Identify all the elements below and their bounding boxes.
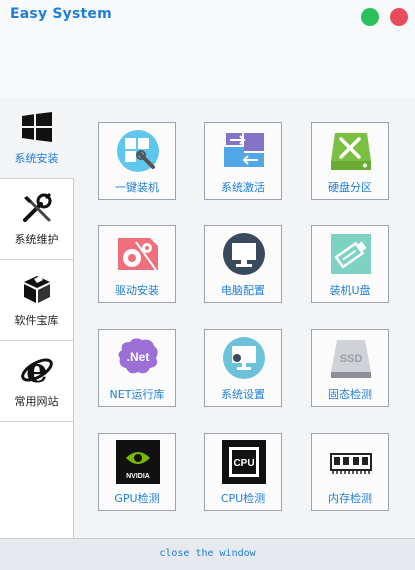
ssd-badge-text: SSD: [340, 353, 363, 365]
tile-label: 内存检测: [328, 492, 372, 505]
usb-install-icon: [329, 232, 373, 276]
tile-gpu-check[interactable]: NVIDIA GPU检测: [98, 433, 176, 511]
software-box-icon: [20, 272, 54, 306]
app-title: Easy System: [10, 6, 112, 22]
minimize-button[interactable]: [361, 8, 379, 26]
tile-label: GPU检测: [114, 492, 160, 505]
close-button[interactable]: [390, 8, 408, 26]
disk-partition-icon: [329, 129, 373, 173]
dotnet-runtime-icon: .Net: [116, 336, 160, 380]
tile-label: 硬盘分区: [328, 181, 372, 194]
tile-computer-config[interactable]: 电脑配置: [204, 225, 282, 303]
sidebar-item-label: 系统维护: [14, 233, 59, 246]
internet-explorer-icon: e: [20, 353, 54, 387]
gpu-check-icon: NVIDIA: [116, 440, 160, 484]
svg-text:e: e: [26, 353, 48, 387]
tile-system-activate[interactable]: 系统激活: [204, 122, 282, 200]
sidebar-item-label: 常用网站: [14, 395, 59, 408]
one-click-install-icon: [116, 129, 160, 173]
nvidia-badge-text: NVIDIA: [126, 473, 150, 480]
cpu-badge-text: CPU: [233, 458, 254, 469]
footer-bar: close the window: [0, 538, 415, 570]
tile-label: 驱动安装: [115, 284, 159, 297]
tile-label: 电脑配置: [221, 284, 265, 297]
tile-label: NET运行库: [109, 388, 165, 401]
sidebar-item-common-sites[interactable]: e 常用网站: [0, 341, 73, 422]
windows-logo-icon: [20, 110, 54, 144]
title-bar: Easy System: [0, 0, 415, 99]
tile-cpu-check[interactable]: CPU CPU检测: [204, 433, 282, 511]
memory-check-icon: [329, 440, 373, 484]
sidebar: 系统安装 系统维护 软件宝库 e 常用网站: [0, 98, 74, 538]
dotnet-badge-text: .Net: [127, 350, 150, 364]
tile-one-click-install[interactable]: 一键装机: [98, 122, 176, 200]
tile-usb-install[interactable]: 装机U盘: [311, 225, 389, 303]
tile-label: 系统激活: [221, 181, 265, 194]
tile-label: 固态检测: [328, 388, 372, 401]
sidebar-item-system-install[interactable]: 系统安装: [0, 98, 74, 179]
ssd-check-icon: SSD: [329, 336, 373, 380]
tile-label: 系统设置: [221, 388, 265, 401]
sidebar-item-label: 系统安装: [14, 152, 59, 165]
sidebar-item-label: 软件宝库: [14, 314, 59, 327]
tile-label: 一键装机: [115, 181, 159, 194]
tile-disk-partition[interactable]: 硬盘分区: [311, 122, 389, 200]
tools-wrench-screwdriver-icon: [20, 191, 54, 225]
close-window-link[interactable]: close the window: [0, 548, 415, 559]
system-activate-icon: [222, 129, 266, 173]
sidebar-item-software-library[interactable]: 软件宝库: [0, 260, 73, 341]
tile-ssd-check[interactable]: SSD 固态检测: [311, 329, 389, 407]
system-settings-icon: [222, 336, 266, 380]
tile-grid: 一键装机 系统激活 硬盘分区 驱动安装 电脑配置 装机U盘 .Net NET运行…: [74, 98, 415, 538]
driver-install-icon: [116, 232, 160, 276]
tile-memory-check[interactable]: 内存检测: [311, 433, 389, 511]
tile-driver-install[interactable]: 驱动安装: [98, 225, 176, 303]
tile-label: 装机U盘: [329, 284, 371, 297]
cpu-check-icon: CPU: [222, 440, 266, 484]
sidebar-item-system-maintain[interactable]: 系统维护: [0, 179, 73, 260]
tile-label: CPU检测: [220, 492, 266, 505]
tile-system-settings[interactable]: 系统设置: [204, 329, 282, 407]
tile-dotnet-runtime[interactable]: .Net NET运行库: [98, 329, 176, 407]
computer-config-icon: [222, 232, 266, 276]
